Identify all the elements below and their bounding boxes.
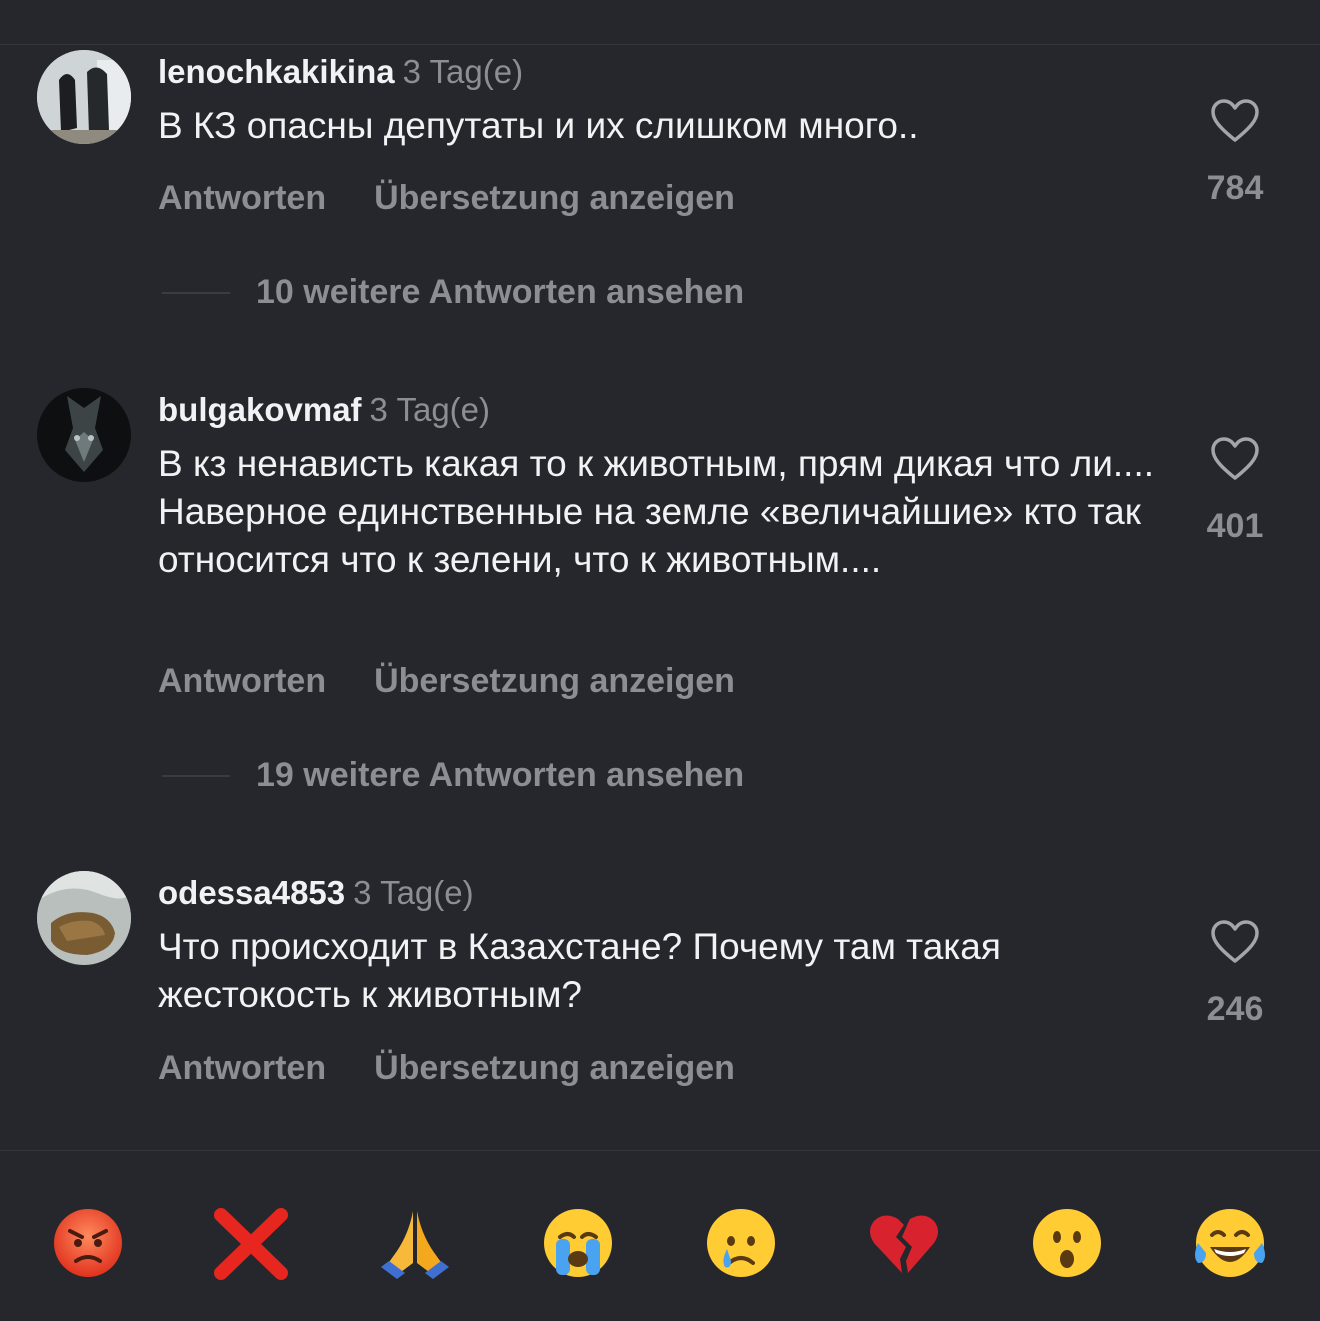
show-translation-button[interactable]: Übersetzung anzeigen [374,661,735,701]
loudly-crying-face-icon [544,1209,612,1277]
comments-list[interactable]: lenochkakikina 3 Tag(e) В КЗ опасны депут… [0,0,1320,1150]
replies-divider-line [162,292,230,294]
cross-mark-emoji[interactable] [211,1203,291,1283]
reply-button[interactable]: Antworten [158,1048,326,1088]
hushed-face-icon [1033,1209,1101,1277]
hushed-face-emoji[interactable] [1027,1203,1107,1283]
avatar[interactable] [37,50,131,144]
comment-actions: Antworten Übersetzung anzeigen [158,1048,735,1088]
folded-hands-emoji[interactable] [375,1203,455,1283]
username[interactable]: bulgakovmaf [158,391,362,428]
comment-actions: Antworten Übersetzung anzeigen [158,178,735,218]
comment-text: Что происходит в Казахстане? Почему там … [158,926,1001,1015]
timestamp: 3 Tag(e) [369,391,491,428]
heart-icon[interactable] [1210,436,1260,482]
view-more-replies-label: 19 weitere Antworten ansehen [256,756,745,794]
comment-meta: odessa4853 3 Tag(e) [158,873,474,913]
username[interactable]: lenochkakikina [158,53,395,90]
avatar-image [37,388,131,482]
avatar[interactable] [37,871,131,965]
show-translation-button[interactable]: Übersetzung anzeigen [374,1048,735,1088]
like-control: 246 [1185,919,1285,1029]
loudly-crying-face-emoji[interactable] [538,1203,618,1283]
quick-reaction-bar [0,1150,1320,1321]
like-control: 784 [1185,98,1285,208]
heart-icon[interactable] [1210,919,1260,965]
comment-text: В КЗ опасны депутаты и их слишком много.… [158,105,919,146]
crying-face-icon [707,1209,775,1277]
comment-text: В кз ненависть какая то к животным, прям… [158,443,1155,580]
avatar[interactable] [37,388,131,482]
comment-meta: bulgakovmaf 3 Tag(e) [158,390,490,430]
avatar-image [37,50,131,144]
heart-icon[interactable] [1210,98,1260,144]
avatar-image [37,871,131,965]
like-control: 401 [1185,436,1285,546]
comment-actions: Antworten Übersetzung anzeigen [158,661,735,701]
reply-button[interactable]: Antworten [158,661,326,701]
timestamp: 3 Tag(e) [402,53,524,90]
comment-meta: lenochkakikina 3 Tag(e) [158,52,523,92]
like-count: 784 [1206,169,1264,207]
broken-heart-emoji[interactable] [864,1203,944,1283]
username[interactable]: odessa4853 [158,874,345,911]
timestamp: 3 Tag(e) [353,874,474,911]
angry-face-emoji[interactable] [48,1203,128,1283]
replies-divider-line [162,775,230,777]
crying-face-emoji[interactable] [701,1203,781,1283]
like-count: 246 [1206,990,1264,1028]
folded-hands-icon [381,1211,449,1279]
angry-face-icon [54,1209,122,1277]
tears-of-joy-emoji[interactable] [1190,1203,1270,1283]
reply-button[interactable]: Antworten [158,178,326,218]
show-translation-button[interactable]: Übersetzung anzeigen [374,178,735,218]
view-more-replies-label: 10 weitere Antworten ansehen [256,273,745,311]
cross-mark-icon [214,1208,288,1280]
tears-of-joy-icon [1195,1209,1265,1277]
broken-heart-icon [870,1215,938,1273]
like-count: 401 [1206,507,1264,545]
